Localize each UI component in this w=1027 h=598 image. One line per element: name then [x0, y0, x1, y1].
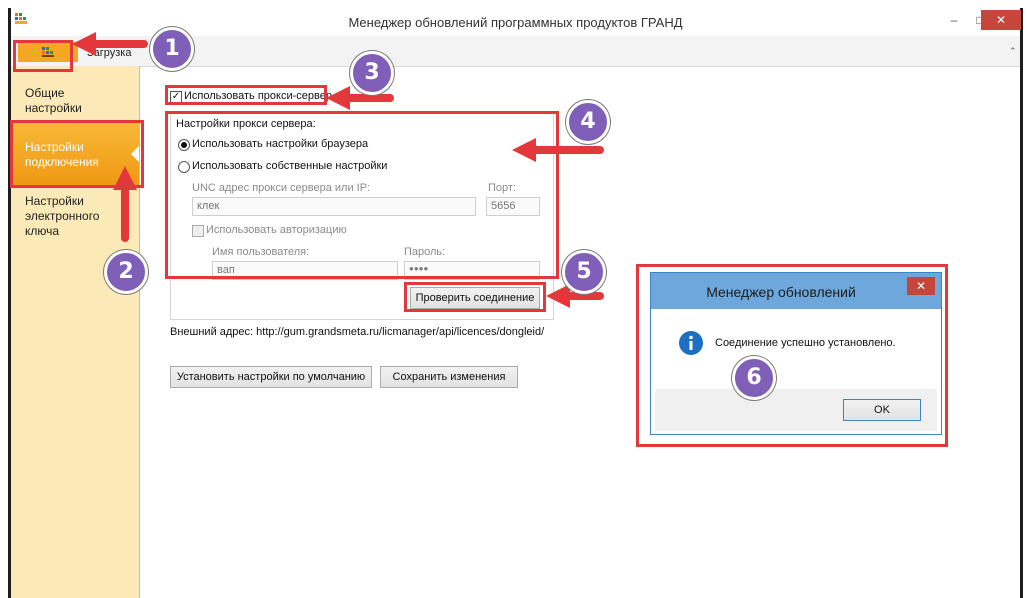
annotation-badge-3: 3 — [350, 51, 394, 95]
annotation-badge-5: 5 — [562, 250, 606, 294]
annotation-badge-4: 4 — [566, 100, 610, 144]
annotation-badge-6: 6 — [732, 356, 776, 400]
annotation-badge-1: 1 — [150, 27, 194, 71]
annotation-badge-2: 2 — [104, 250, 148, 294]
annotation-arrows — [72, 32, 604, 308]
